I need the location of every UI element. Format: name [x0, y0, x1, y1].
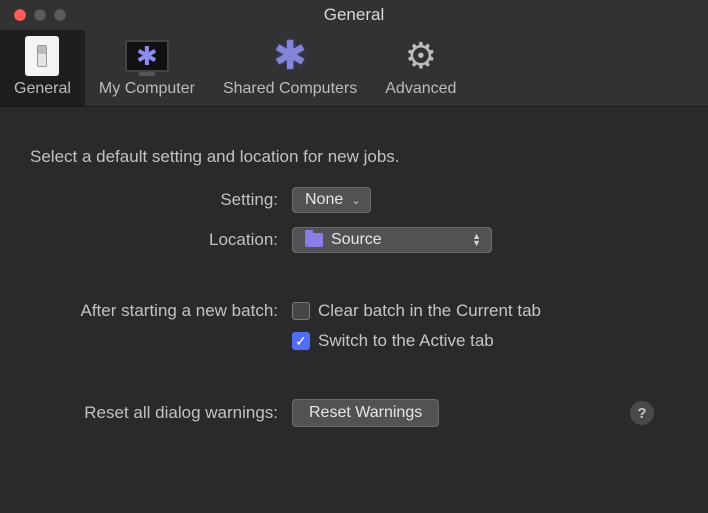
setting-label: Setting:: [30, 190, 292, 210]
window-title: General: [324, 5, 384, 25]
tab-label: General: [14, 80, 71, 98]
general-icon: [17, 36, 67, 76]
setting-select[interactable]: None ⌄: [292, 187, 371, 213]
reset-warnings-button[interactable]: Reset Warnings: [292, 399, 439, 427]
tab-advanced[interactable]: ⚙ Advanced: [371, 30, 470, 106]
location-label: Location:: [30, 230, 292, 250]
tab-my-computer[interactable]: ✱ My Computer: [85, 30, 209, 106]
reset-label: Reset all dialog warnings:: [30, 403, 292, 423]
location-select[interactable]: Source ▲▼: [292, 227, 492, 253]
batch-label: After starting a new batch:: [30, 301, 292, 321]
minimize-icon[interactable]: [34, 9, 46, 21]
tab-label: Advanced: [385, 80, 456, 98]
monitor-icon: ✱: [122, 36, 172, 76]
updown-icon: ▲▼: [472, 233, 481, 247]
gear-icon: ⚙: [396, 36, 446, 76]
preferences-toolbar: General ✱ My Computer ✱ Shared Computers…: [0, 30, 708, 107]
tab-label: Shared Computers: [223, 80, 357, 98]
tab-label: My Computer: [99, 80, 195, 98]
chevron-down-icon: ⌄: [351, 194, 360, 207]
network-icon: ✱: [265, 36, 315, 76]
setting-value: None: [305, 191, 343, 209]
folder-icon: [305, 233, 323, 247]
switch-tab-label: Switch to the Active tab: [318, 331, 494, 351]
titlebar: General: [0, 0, 708, 30]
tab-shared-computers[interactable]: ✱ Shared Computers: [209, 30, 371, 106]
tab-general[interactable]: General: [0, 30, 85, 106]
zoom-icon[interactable]: [54, 9, 66, 21]
switch-tab-checkbox[interactable]: ✓: [292, 332, 310, 350]
clear-batch-checkbox[interactable]: [292, 302, 310, 320]
location-value: Source: [331, 231, 382, 249]
clear-batch-label: Clear batch in the Current tab: [318, 301, 541, 321]
window-controls: [14, 9, 66, 21]
content-pane: Select a default setting and location fo…: [0, 107, 708, 427]
help-icon[interactable]: ?: [630, 401, 654, 425]
section-description: Select a default setting and location fo…: [30, 147, 678, 167]
close-icon[interactable]: [14, 9, 26, 21]
